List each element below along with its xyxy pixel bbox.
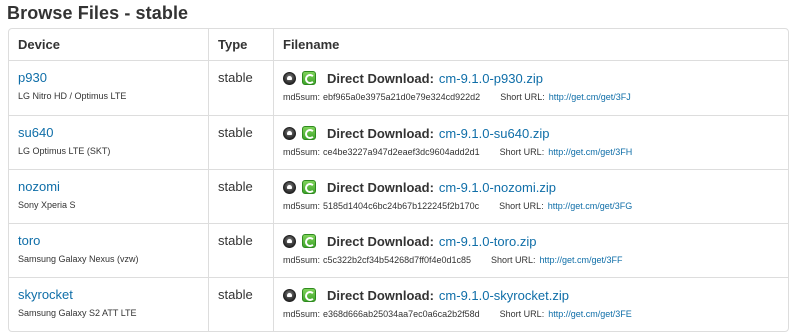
android-icon xyxy=(283,180,296,194)
md5-value: ce4be3227a947d2eaef3dc9604add2d1 xyxy=(323,147,480,157)
file-meta: md5sum: 5185d1404c6bc24b67b122245f2b170c S… xyxy=(283,201,779,211)
file-meta: md5sum: c5c322b2cf34b54268d7ff0f4e0d1c85 S… xyxy=(283,255,779,265)
files-table: Device Type Filename p930 LG Nitro HD / … xyxy=(8,28,789,332)
md5-value: 5185d1404c6bc24b67b122245f2b170c xyxy=(323,201,480,211)
filename-cell: Direct Download: cm-9.1.0-skyrocket.zip … xyxy=(273,277,788,331)
direct-download-label: Direct Download: xyxy=(327,125,434,141)
short-url-label: Short URL: xyxy=(499,147,545,157)
build-type: stable xyxy=(218,287,253,302)
download-line: Direct Download: cm-9.1.0-nozomi.zip xyxy=(283,177,779,197)
download-line: Direct Download: cm-9.1.0-skyrocket.zip xyxy=(283,285,779,305)
device-cell: skyrocket Samsung Galaxy S2 ATT LTE xyxy=(9,277,208,331)
file-meta: md5sum: ce4be3227a947d2eaef3dc9604add2d1 S… xyxy=(283,147,779,157)
md5-value: e368d666ab25034aa7ec0a6ca2b2f58d xyxy=(323,309,480,319)
table-row: p930 LG Nitro HD / Optimus LTE stable Di… xyxy=(9,61,788,115)
md5-value: c5c322b2cf34b54268d7ff0f4e0d1c85 xyxy=(323,255,471,265)
type-cell: stable xyxy=(208,61,273,115)
page-title: Browse Files - stable xyxy=(7,3,189,23)
type-cell: stable xyxy=(208,169,273,223)
filename-cell: Direct Download: cm-9.1.0-su640.zip md5s… xyxy=(273,115,788,169)
type-cell: stable xyxy=(208,277,273,331)
download-icon[interactable] xyxy=(302,288,316,302)
short-url-label: Short URL: xyxy=(500,92,545,102)
device-cell: toro Samsung Galaxy Nexus (vzw) xyxy=(9,223,208,277)
table-row: nozomi Sony Xperia S stable Direct Downl… xyxy=(9,169,788,223)
filename-cell: Direct Download: cm-9.1.0-nozomi.zip md5… xyxy=(273,169,788,223)
device-link[interactable]: p930 xyxy=(18,70,199,86)
download-icon[interactable] xyxy=(302,180,316,194)
download-file-link[interactable]: cm-9.1.0-toro.zip xyxy=(439,234,537,249)
build-type: stable xyxy=(218,125,253,140)
device-description: LG Optimus LTE (SKT) xyxy=(18,146,111,156)
table-row: skyrocket Samsung Galaxy S2 ATT LTE stab… xyxy=(9,277,788,331)
short-url-link[interactable]: http://get.cm/get/3FJ xyxy=(549,92,631,102)
short-url-label: Short URL: xyxy=(499,201,544,211)
download-icon[interactable] xyxy=(302,126,316,140)
device-link[interactable]: nozomi xyxy=(18,179,199,195)
file-meta: md5sum: ebf965a0e3975a21d0e79e324cd922d2 S… xyxy=(283,92,779,102)
device-link[interactable]: su640 xyxy=(18,125,199,141)
device-description: LG Nitro HD / Optimus LTE xyxy=(18,91,127,101)
android-icon xyxy=(283,71,296,85)
device-cell: nozomi Sony Xperia S xyxy=(9,169,208,223)
md5-value: ebf965a0e3975a21d0e79e324cd922d2 xyxy=(323,92,481,102)
short-url-link[interactable]: http://get.cm/get/3FE xyxy=(548,309,632,319)
short-url-link[interactable]: http://get.cm/get/3FH xyxy=(548,147,632,157)
device-link[interactable]: skyrocket xyxy=(18,287,199,303)
download-file-link[interactable]: cm-9.1.0-nozomi.zip xyxy=(439,180,556,195)
column-header-type: Type xyxy=(208,29,273,61)
md5-label: md5sum: xyxy=(283,147,321,157)
md5-label: md5sum: xyxy=(283,255,321,265)
type-cell: stable xyxy=(208,223,273,277)
table-body: p930 LG Nitro HD / Optimus LTE stable Di… xyxy=(9,61,788,331)
md5-label: md5sum: xyxy=(283,309,321,319)
device-description: Samsung Galaxy S2 ATT LTE xyxy=(18,308,137,318)
direct-download-label: Direct Download: xyxy=(327,233,434,249)
device-link[interactable]: toro xyxy=(18,233,199,249)
device-description: Samsung Galaxy Nexus (vzw) xyxy=(18,254,139,264)
download-file-link[interactable]: cm-9.1.0-p930.zip xyxy=(439,71,543,86)
android-icon xyxy=(283,234,296,248)
build-type: stable xyxy=(218,233,253,248)
build-type: stable xyxy=(218,179,253,194)
short-url-link[interactable]: http://get.cm/get/3FF xyxy=(540,255,623,265)
download-file-link[interactable]: cm-9.1.0-su640.zip xyxy=(439,126,550,141)
md5-label: md5sum: xyxy=(283,92,321,102)
direct-download-label: Direct Download: xyxy=(327,287,434,303)
table-row: toro Samsung Galaxy Nexus (vzw) stable D… xyxy=(9,223,788,277)
download-line: Direct Download: cm-9.1.0-p930.zip xyxy=(283,68,779,88)
download-icon[interactable] xyxy=(302,234,316,248)
type-cell: stable xyxy=(208,115,273,169)
direct-download-label: Direct Download: xyxy=(327,179,434,195)
md5-label: md5sum: xyxy=(283,201,321,211)
file-meta: md5sum: e368d666ab25034aa7ec0a6ca2b2f58d S… xyxy=(283,309,779,319)
filename-cell: Direct Download: cm-9.1.0-toro.zip md5su… xyxy=(273,223,788,277)
short-url-label: Short URL: xyxy=(499,309,545,319)
column-header-device: Device xyxy=(9,29,208,61)
android-icon xyxy=(283,126,296,140)
short-url-label: Short URL: xyxy=(490,255,536,265)
device-description: Sony Xperia S xyxy=(18,200,76,210)
download-icon[interactable] xyxy=(302,71,316,85)
android-icon xyxy=(283,288,296,302)
build-type: stable xyxy=(218,70,253,85)
device-cell: su640 LG Optimus LTE (SKT) xyxy=(9,115,208,169)
table-row: su640 LG Optimus LTE (SKT) stable Direct… xyxy=(9,115,788,169)
download-line: Direct Download: cm-9.1.0-toro.zip xyxy=(283,231,779,251)
filename-cell: Direct Download: cm-9.1.0-p930.zip md5su… xyxy=(273,61,788,115)
short-url-link[interactable]: http://get.cm/get/3FG xyxy=(548,201,633,211)
download-line: Direct Download: cm-9.1.0-su640.zip xyxy=(283,123,779,143)
device-cell: p930 LG Nitro HD / Optimus LTE xyxy=(9,61,208,115)
direct-download-label: Direct Download: xyxy=(327,70,434,86)
table-header-row: Device Type Filename xyxy=(9,29,788,61)
download-file-link[interactable]: cm-9.1.0-skyrocket.zip xyxy=(439,288,569,303)
column-header-filename: Filename xyxy=(273,29,788,61)
